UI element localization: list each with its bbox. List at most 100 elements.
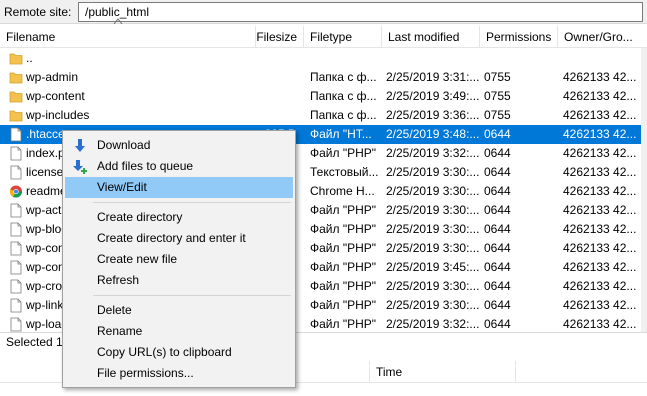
menu-item-label: Rename: [97, 324, 143, 338]
owner-cell: 4262133 42...: [563, 146, 637, 160]
filetype-cell: Файл "PHP": [310, 260, 377, 274]
owner-cell: 4262133 42...: [563, 184, 637, 198]
file-icon: [10, 298, 22, 313]
filetype-cell: Папка с ф...: [310, 70, 377, 84]
permissions-cell: 0644: [484, 317, 511, 331]
filetype-cell: Файл "PHP": [310, 241, 377, 255]
filetype-cell: Chrome H...: [310, 184, 375, 198]
menu-item-create-directory[interactable]: Create directory: [65, 207, 293, 228]
menu-item-label: Copy URL(s) to clipboard: [97, 345, 232, 359]
filesize-cell: [256, 106, 300, 125]
context-menu: Download Add files to queue View/Edit Creat…: [62, 130, 296, 388]
file-row[interactable]: ..: [0, 49, 641, 68]
owner-cell: 4262133 42...: [563, 70, 637, 84]
file-icon: [10, 279, 22, 294]
last-modified-cell: [386, 49, 482, 68]
last-modified-cell: 2/25/2019 3:30:...: [386, 203, 480, 217]
filetype-cell: Файл "PHP": [310, 298, 377, 312]
menu-separator: [93, 295, 291, 296]
menu-item-delete[interactable]: Delete: [65, 300, 293, 321]
filetype-cell: Папка с ф...: [310, 89, 377, 103]
owner-cell: 4262133 42...: [563, 317, 637, 331]
column-header-permissions[interactable]: Permissions: [480, 26, 558, 48]
owner-cell: 4262133 42...: [563, 279, 637, 293]
owner-cell: 4262133 42...: [563, 260, 637, 274]
filesize-cell: [256, 68, 300, 87]
last-modified-cell: 2/25/2019 3:32:...: [386, 317, 480, 331]
filename-cell: ..: [26, 51, 33, 65]
file-icon: [10, 127, 22, 142]
queue-column-blank-2: [516, 361, 647, 383]
permissions-cell: 0644: [484, 146, 511, 160]
menu-separator: [93, 202, 291, 203]
last-modified-cell: 2/25/2019 3:32:...: [386, 146, 480, 160]
vertical-scrollbar[interactable]: [641, 48, 647, 332]
file-row[interactable]: wp-admin Папка с ф... 2/25/2019 3:31:... 07…: [0, 68, 641, 87]
last-modified-cell: 2/25/2019 3:30:...: [386, 241, 480, 255]
folder-icon: [9, 72, 23, 84]
menu-item-download[interactable]: Download: [65, 135, 293, 156]
file-row[interactable]: wp-content Папка с ф... 2/25/2019 3:49:...…: [0, 87, 641, 106]
menu-item-label: Create directory and enter it: [97, 231, 246, 245]
filetype-cell: Файл "PHP": [310, 222, 377, 236]
filetype-cell: Текстовый...: [310, 165, 379, 179]
menu-item-file-permissions[interactable]: File permissions...: [65, 363, 293, 384]
remote-site-label: Remote site:: [4, 5, 72, 19]
filetype-cell: Папка с ф...: [310, 108, 377, 122]
menu-item-label: File permissions...: [97, 366, 194, 380]
filename-cell: wp-content: [26, 89, 85, 103]
file-row[interactable]: wp-includes Папка с ф... 2/25/2019 3:36:..…: [0, 106, 641, 125]
permissions-cell: 0755: [484, 108, 511, 122]
filesize-cell: [256, 49, 300, 68]
last-modified-cell: 2/25/2019 3:30:...: [386, 165, 480, 179]
file-icon: [10, 222, 22, 237]
last-modified-cell: 2/25/2019 3:49:...: [386, 89, 480, 103]
menu-item-label: Add files to queue: [97, 159, 194, 173]
permissions-cell: 0644: [484, 165, 511, 179]
permissions-cell: 0644: [484, 203, 511, 217]
owner-cell: [563, 49, 641, 68]
menu-item-label: Delete: [97, 303, 132, 317]
permissions-cell: 0644: [484, 298, 511, 312]
column-header-owner-group[interactable]: Owner/Gro...: [558, 26, 647, 48]
file-icon: [10, 260, 22, 275]
menu-item-create-directory-and-enter-it[interactable]: Create directory and enter it: [65, 228, 293, 249]
owner-cell: 4262133 42...: [563, 165, 637, 179]
file-list-header: Filename Filesize Filetype Last modified…: [0, 26, 647, 48]
menu-item-rename[interactable]: Rename: [65, 321, 293, 342]
last-modified-cell: 2/25/2019 3:45:...: [386, 260, 480, 274]
menu-item-view-edit[interactable]: View/Edit: [65, 177, 293, 198]
owner-cell: 4262133 42...: [563, 222, 637, 236]
filesize-cell: [256, 87, 300, 106]
add-to-queue-icon: [73, 160, 87, 174]
column-header-last-modified[interactable]: Last modified: [382, 26, 480, 48]
last-modified-cell: 2/25/2019 3:48:...: [386, 127, 480, 141]
remote-site-bar: Remote site: /public_html: [0, 0, 647, 25]
remote-path-input[interactable]: /public_html: [78, 2, 643, 22]
file-icon: [10, 203, 22, 218]
filetype-cell: Файл "PHP": [310, 279, 377, 293]
file-icon: [10, 146, 22, 161]
owner-cell: 4262133 42...: [563, 108, 637, 122]
chrome-icon: [9, 185, 22, 198]
splitter-arrow-icon: [113, 18, 123, 25]
permissions-cell: 0644: [484, 127, 511, 141]
owner-cell: 4262133 42...: [563, 241, 637, 255]
column-header-filetype[interactable]: Filetype: [304, 26, 382, 48]
menu-item-copy-url-s-to-clipboard[interactable]: Copy URL(s) to clipboard: [65, 342, 293, 363]
permissions-cell: 0644: [484, 279, 511, 293]
menu-item-add-files-to-queue[interactable]: Add files to queue: [65, 156, 293, 177]
queue-column-time[interactable]: Time: [370, 361, 516, 383]
menu-item-refresh[interactable]: Refresh: [65, 270, 293, 291]
filetype-cell: Файл "PHP": [310, 203, 377, 217]
column-header-filesize[interactable]: Filesize: [256, 26, 304, 48]
filetype-cell: Файл "PHP": [310, 146, 377, 160]
last-modified-cell: 2/25/2019 3:36:...: [386, 108, 480, 122]
filename-cell: wp-admin: [26, 70, 79, 84]
owner-cell: 4262133 42...: [563, 89, 637, 103]
permissions-cell: [484, 49, 560, 68]
menu-item-create-new-file[interactable]: Create new file: [65, 249, 293, 270]
filetype-cell: [310, 49, 386, 68]
owner-cell: 4262133 42...: [563, 203, 637, 217]
column-header-filename[interactable]: Filename: [0, 26, 256, 48]
